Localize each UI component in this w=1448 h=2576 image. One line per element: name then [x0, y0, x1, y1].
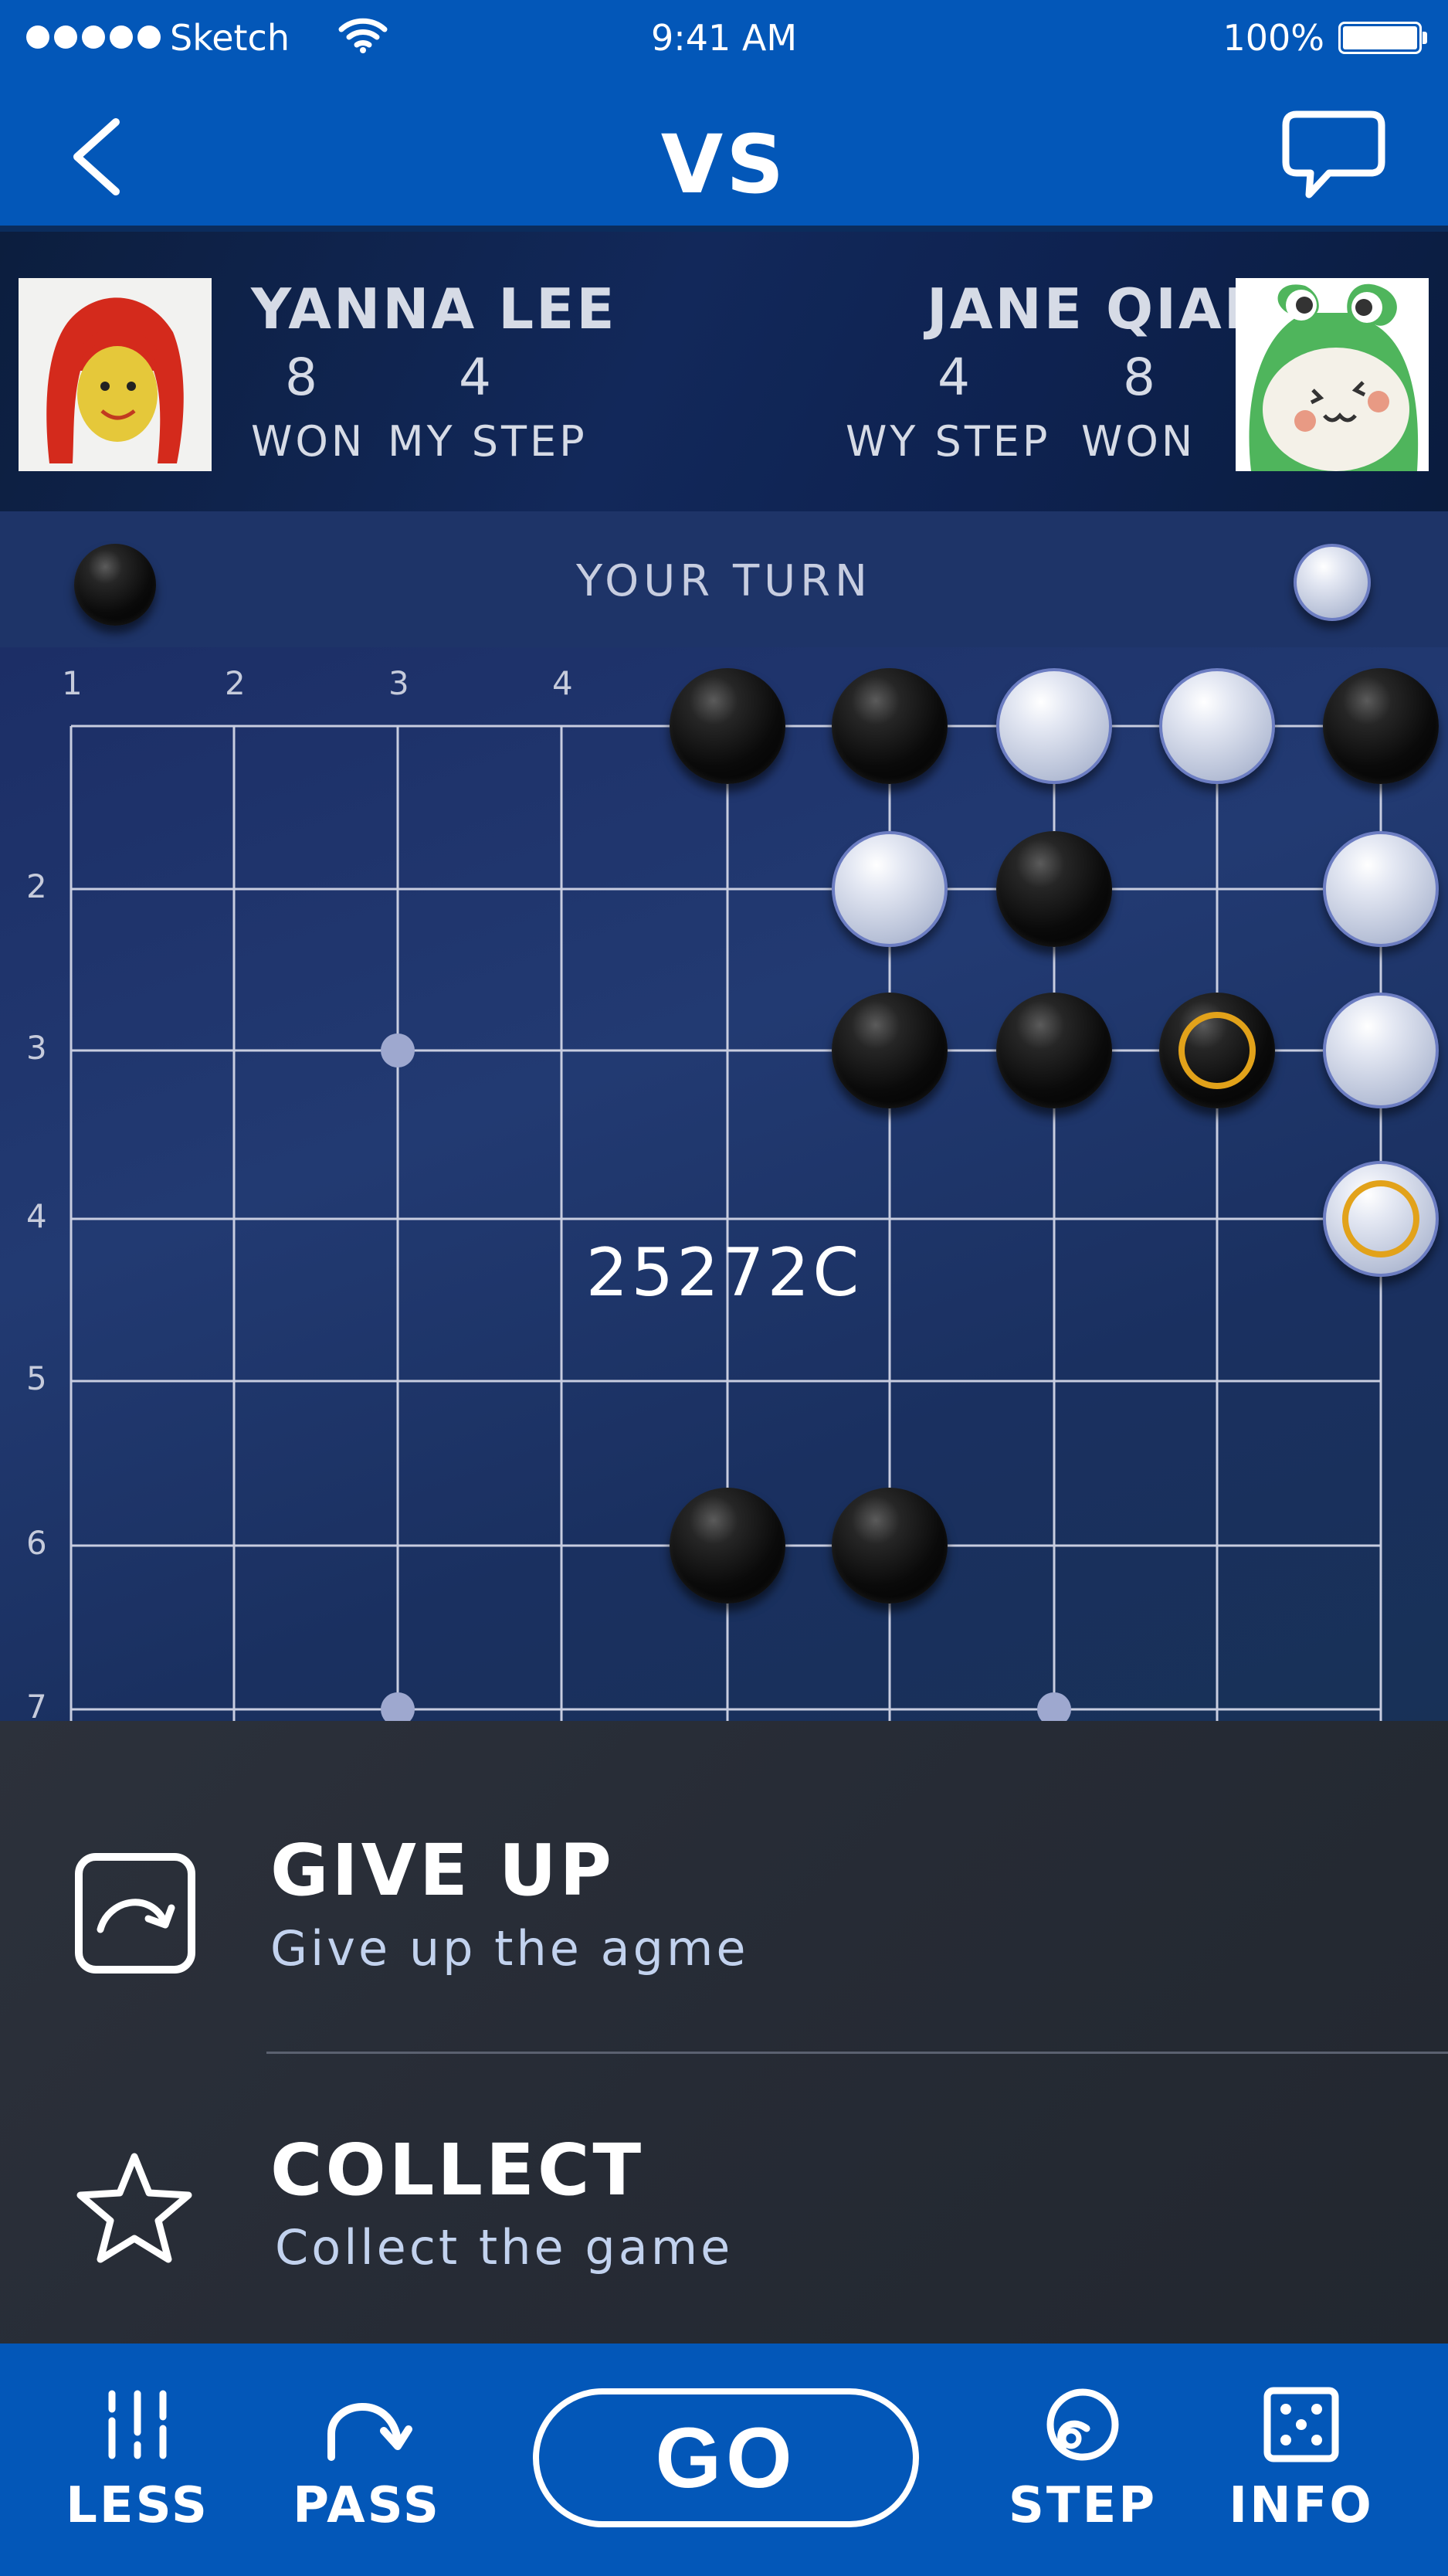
page-title: VS: [660, 117, 788, 212]
black-stone[interactable]: [1159, 993, 1275, 1108]
star-point: [381, 1033, 415, 1067]
action-sheet: GIVE UP Give up the agme COLLECT Collect…: [0, 1721, 1448, 2344]
player-left-won-label: WON: [251, 417, 366, 466]
give-up-subtitle: Give up the agme: [270, 1920, 749, 1977]
go-board[interactable]: 1 2 3 4 2 3 4 5 6 7 25272C: [0, 647, 1448, 1721]
players-panel: YANNA LEE 8 4 WON MY STEP JANE QIAN 4 8 …: [0, 232, 1448, 511]
tab-step[interactable]: STEP: [998, 2386, 1168, 2534]
battery-percent: 100%: [1222, 17, 1324, 59]
collect-title[interactable]: COLLECT: [270, 2129, 644, 2211]
column-label: 2: [225, 664, 246, 702]
give-up-icon[interactable]: [74, 1852, 196, 1977]
tab-pass[interactable]: PASS: [282, 2386, 452, 2534]
tab-info-label: INFO: [1229, 2477, 1374, 2534]
player-right-won-value: 8: [1123, 348, 1155, 407]
turn-status: YOUR TURN: [576, 556, 872, 606]
column-label: 4: [552, 664, 573, 702]
menu-divider: [266, 2052, 1448, 2054]
white-stone[interactable]: [1323, 993, 1439, 1108]
black-stone[interactable]: [996, 831, 1112, 947]
last-move-marker: [1178, 1012, 1256, 1089]
tab-step-label: STEP: [1008, 2477, 1158, 2534]
column-label: 1: [62, 664, 83, 702]
player-left-won-value: 8: [285, 348, 317, 407]
black-stone[interactable]: [1323, 668, 1439, 784]
player-left-step-value: 4: [459, 348, 491, 407]
row-label: 7: [26, 1688, 47, 1721]
give-up-title[interactable]: GIVE UP: [270, 1829, 615, 1912]
chat-bubble-icon[interactable]: [1280, 108, 1388, 212]
player-right-name: JANE QIAN: [927, 277, 1273, 341]
star-point: [381, 1692, 415, 1721]
avatar-yanna[interactable]: [19, 278, 212, 471]
black-stone[interactable]: [996, 993, 1112, 1108]
black-stone[interactable]: [670, 1488, 785, 1604]
avatar-jane[interactable]: [1236, 278, 1429, 471]
player-left-step-label: MY STEP: [388, 417, 588, 466]
star-icon[interactable]: [74, 2150, 195, 2269]
sliders-icon: [108, 2390, 167, 2459]
player-right-step-value: 4: [938, 348, 970, 407]
player-right-won-label: WON: [1081, 417, 1196, 466]
white-stone[interactable]: [996, 668, 1112, 784]
row-label: 4: [26, 1197, 47, 1235]
white-stone[interactable]: [1323, 831, 1439, 947]
player-left-name: YANNA LEE: [251, 277, 617, 341]
tab-less[interactable]: LESS: [53, 2386, 222, 2534]
nav-bar: VS: [0, 77, 1448, 232]
status-bar: Sketch 9:41 AM 100%: [0, 0, 1448, 77]
tab-info[interactable]: INFO: [1216, 2386, 1386, 2534]
black-stone[interactable]: [832, 668, 948, 784]
black-stone[interactable]: [832, 993, 948, 1108]
dice-icon: [1263, 2387, 1339, 2462]
row-label: 5: [26, 1359, 47, 1397]
board-center-code: 25272C: [585, 1234, 863, 1312]
row-label: 6: [26, 1524, 47, 1562]
collect-subtitle: Collect the game: [275, 2219, 734, 2276]
opponent-stone-indicator: [1294, 544, 1371, 621]
step-icon: [1046, 2388, 1119, 2461]
turn-bar: YOUR TURN: [0, 511, 1448, 647]
black-stone[interactable]: [670, 668, 785, 784]
star-point: [1037, 1692, 1071, 1721]
black-stone[interactable]: [832, 1488, 948, 1604]
go-button[interactable]: GO: [533, 2388, 919, 2527]
tab-less-label: LESS: [66, 2477, 209, 2534]
player-right-step-label: WY STEP: [846, 417, 1051, 466]
bottom-tab-bar: LESS PASS GO STEP INFO: [0, 2344, 1448, 2576]
white-stone[interactable]: [832, 831, 948, 947]
row-label: 2: [26, 867, 47, 905]
tab-pass-label: PASS: [293, 2477, 441, 2534]
column-label: 3: [388, 664, 409, 702]
row-label: 3: [26, 1029, 47, 1067]
white-stone[interactable]: [1159, 668, 1275, 784]
pass-arrow-icon: [327, 2403, 412, 2461]
battery-icon: [1338, 22, 1427, 54]
